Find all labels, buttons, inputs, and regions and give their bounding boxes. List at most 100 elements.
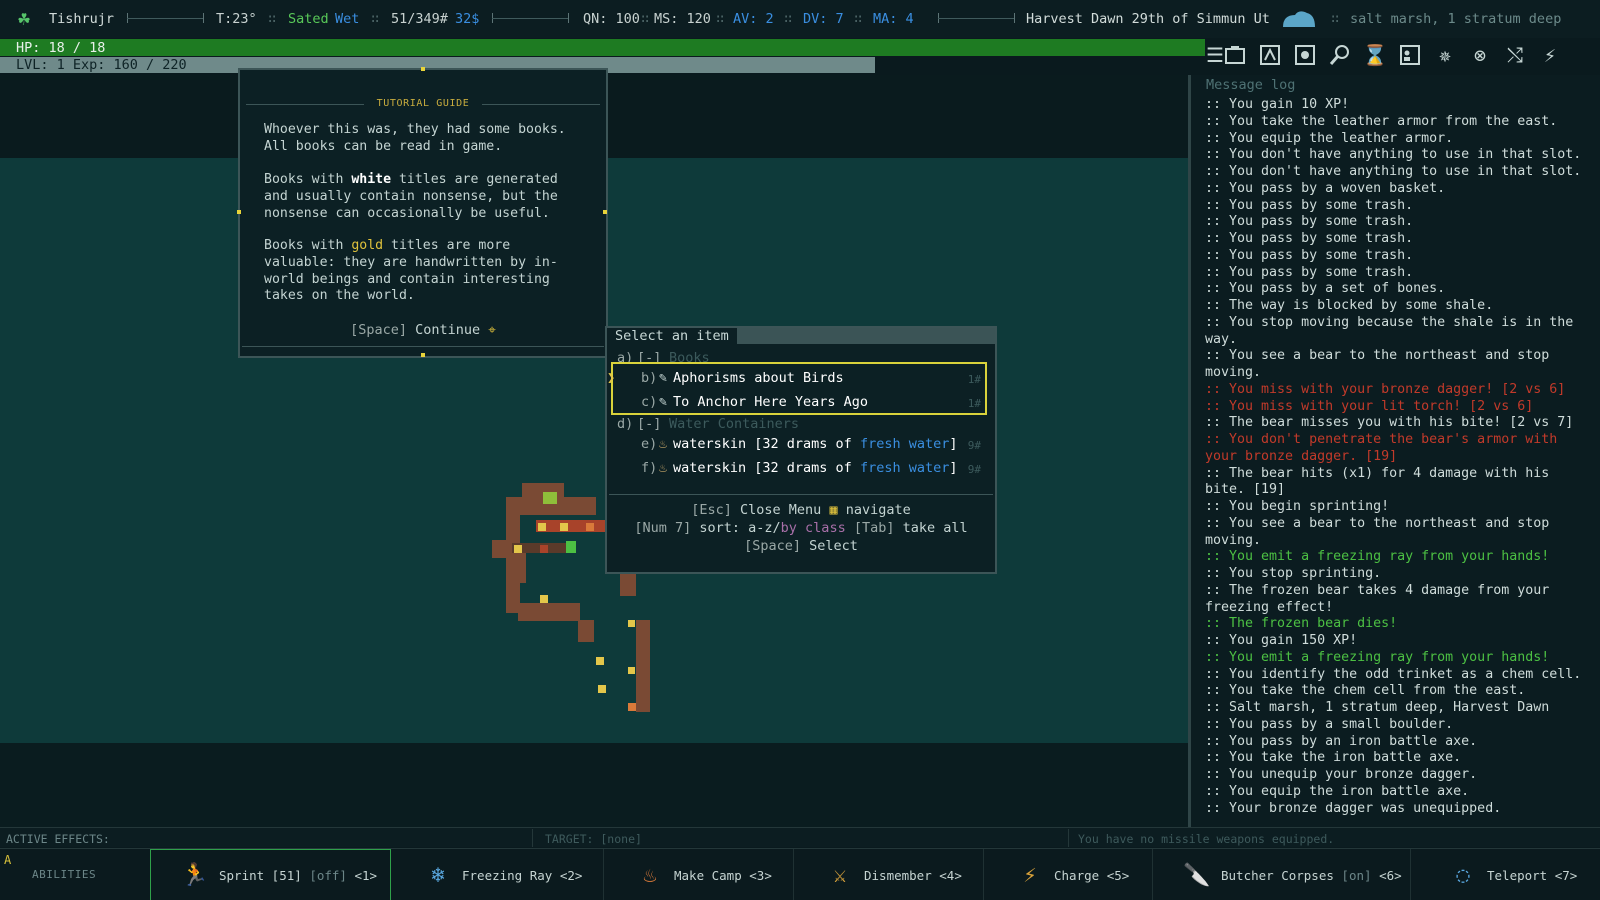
item-row[interactable]: e) ♨ waterskin [32 drams of fresh water]… — [607, 436, 995, 456]
look-icon[interactable] — [1327, 41, 1353, 69]
abilities-icon[interactable]: ⚡ — [1537, 41, 1563, 69]
butcher-corpses-icon: 🔪 — [1183, 862, 1211, 888]
waterskin-icon: ♨ — [659, 460, 668, 476]
abilities-bar: A ABILITIES 🏃 Sprint [51] [off] <1> ❄ Fr… — [0, 848, 1600, 900]
dismember-icon: ⚔ — [833, 862, 847, 888]
log-line: :: You take the leather armor from the e… — [1205, 113, 1558, 129]
log-line: :: You equip the leather armor. — [1205, 130, 1454, 146]
log-line: :: You take the chem cell from the east. — [1205, 683, 1526, 699]
ability-charge[interactable]: ⚡ Charge <5> — [984, 849, 1153, 900]
status-bar: ☘ Tishrujr T:23° ∷ Sated Wet ∷ 51/349# 3… — [0, 0, 1600, 38]
log-line: :: You take the iron battle axe. — [1205, 750, 1462, 766]
factions-icon[interactable]: ⤭ — [1502, 41, 1528, 69]
hunger-status: Sated — [288, 11, 329, 27]
log-line: :: You don't have anything to use in tha… — [1205, 147, 1582, 163]
quests-icon[interactable]: ✵ — [1432, 41, 1458, 69]
tutorial-dialog: TUTORIAL GUIDE Whoever this was, they ha… — [237, 67, 608, 358]
log-line: :: You pass by some trash. — [1205, 214, 1414, 230]
log-line: :: You see a bear to the northeast and s… — [1205, 515, 1558, 548]
log-line: :: You pass by a small boulder. — [1205, 716, 1454, 732]
wait-icon[interactable]: ⌛ — [1362, 41, 1388, 69]
message-log-lines: :: You gain 10 XP!:: You take the leathe… — [1205, 97, 1595, 817]
log-line: :: You don't penetrate the bear's armor … — [1205, 432, 1566, 464]
item-name: waterskin [32 drams of fresh water] — [673, 436, 958, 452]
group-water-containers[interactable]: d) [-] Water Containers — [607, 416, 995, 436]
abilities-hotkey: A — [4, 853, 12, 867]
active-effects-label: ACTIVE EFFECTS: — [6, 832, 110, 846]
log-line: :: The frozen bear dies! — [1205, 616, 1398, 632]
item-name: Aphorisms about Birds — [673, 370, 844, 386]
item-row[interactable]: c) ✎ To Anchor Here Years Ago 1# — [607, 394, 995, 414]
charge-icon: ⚡ — [1023, 862, 1037, 888]
quickness: QN: 100 — [583, 11, 640, 27]
armor-value: AV: 2 — [733, 11, 774, 27]
log-line: :: You unequip your bronze dagger. — [1205, 767, 1478, 782]
book-icon: ✎ — [659, 370, 668, 386]
log-line: :: The way is blocked by some shale. — [1205, 298, 1494, 313]
continue-button[interactable]: [Space] Continue ⌖ — [240, 322, 606, 338]
tutorial-paragraph-1: Whoever this was, they had some books. A… — [264, 122, 566, 154]
freezing-ray-icon: ❄ — [431, 862, 445, 888]
tutorial-paragraph-3: Books with gold titles are more valuable… — [264, 238, 558, 304]
ability-freezing-ray[interactable]: ❄ Freezing Ray <2> — [392, 849, 604, 900]
log-line: :: You identify the odd trinket as a che… — [1205, 666, 1582, 682]
item-name: To Anchor Here Years Ago — [673, 394, 869, 410]
item-name: waterskin [32 drams of fresh water] — [673, 460, 958, 476]
log-line: :: You pass by a set of bones. — [1205, 281, 1446, 297]
teleport-icon: ◌ — [1456, 862, 1470, 888]
money: 32$ — [455, 11, 480, 27]
book-icon: ✎ — [659, 394, 668, 410]
ability-make-camp[interactable]: ♨ Make Camp <3> — [604, 849, 794, 900]
target-label[interactable]: TARGET: [none] — [545, 832, 642, 846]
player-character-icon[interactable] — [566, 541, 576, 553]
waterskin-icon: ♨ — [659, 436, 668, 452]
log-line: :: You stop sprinting. — [1205, 566, 1382, 581]
log-line: :: The frozen bear takes 4 damage from y… — [1205, 582, 1558, 615]
select-hint[interactable]: [Space] Select — [607, 538, 995, 554]
log-line: :: Salt marsh, 1 stratum deep, Harvest D… — [1205, 700, 1550, 715]
log-line: :: You see a bear to the northeast and s… — [1205, 348, 1558, 380]
journal-icon[interactable]: ⊗ — [1467, 41, 1493, 69]
ability-teleport[interactable]: ◌ Teleport <7> — [1411, 849, 1600, 900]
log-line: :: You emit a freezing ray from your han… — [1205, 549, 1550, 565]
sort-hint[interactable]: [Num 7] sort: a-z/by class [Tab] take al… — [607, 520, 995, 536]
temperature: T:23° — [216, 11, 257, 27]
player-name: Tishrujr — [49, 11, 115, 27]
ability-sprint[interactable]: 🏃 Sprint [51] [off] <1> — [150, 849, 391, 900]
ability-dismember[interactable]: ⚔ Dismember <4> — [794, 849, 984, 900]
tutorial-paragraph-2: Books with white titles are generated an… — [264, 172, 558, 221]
log-line: :: You pass by some trash. — [1205, 231, 1414, 246]
log-line: :: Your bronze dagger was unequipped. — [1205, 800, 1502, 816]
item-row[interactable]: f) ♨ waterskin [32 drams of fresh water]… — [607, 460, 995, 480]
location-label: salt marsh, 1 stratum deep — [1350, 11, 1562, 27]
item-picker-dialog: Select an item a) [-] Books ❯ b) ✎ Aphor… — [605, 326, 997, 574]
log-line: :: You emit a freezing ray from your han… — [1205, 649, 1550, 665]
character-icon[interactable] — [1257, 41, 1283, 69]
sprint-icon: 🏃 — [181, 862, 209, 888]
message-log[interactable]: Message log :: You gain 10 XP!:: You tak… — [1188, 75, 1600, 827]
log-line: :: You equip the iron battle axe. — [1205, 783, 1470, 799]
close-menu-hint[interactable]: [Esc] Close Menu ▦ navigate — [607, 502, 995, 518]
log-line: :: You miss with your bronze dagger! [2 … — [1205, 381, 1566, 397]
skills-icon[interactable] — [1397, 41, 1423, 69]
carry-weight: 51/349# — [391, 11, 448, 27]
abilities-label[interactable]: ABILITIES — [32, 868, 96, 881]
effects-bar: ACTIVE EFFECTS: TARGET: [none] You have … — [0, 827, 1600, 847]
player-avatar-icon[interactable]: ☘ — [18, 6, 30, 30]
dodge-value: DV: 7 — [803, 11, 844, 27]
log-line: :: You pass by an iron battle axe. — [1205, 733, 1478, 749]
log-line: :: You don't have anything to use in tha… — [1205, 164, 1582, 179]
log-line: :: You gain 10 XP! — [1205, 97, 1350, 112]
log-line: :: You miss with your lit torch! [2 vs 6… — [1205, 398, 1534, 414]
log-line: :: You pass by some trash. — [1205, 197, 1414, 213]
plant-icon — [543, 492, 557, 504]
log-line: :: You gain 150 XP! — [1205, 633, 1358, 648]
ability-butcher-corpses[interactable]: 🔪 Butcher Corpses [on] <6> — [1153, 849, 1411, 900]
weather-icon — [1279, 7, 1317, 31]
item-row[interactable]: ❯ b) ✎ Aphorisms about Birds 1# — [607, 370, 995, 390]
log-line: :: You begin sprinting! — [1205, 499, 1390, 514]
numpad-icon: ▦ — [829, 502, 838, 518]
inventory-icon[interactable] — [1222, 41, 1248, 69]
cursor-icon: ❯ — [607, 370, 616, 386]
equipment-icon[interactable] — [1292, 41, 1318, 69]
